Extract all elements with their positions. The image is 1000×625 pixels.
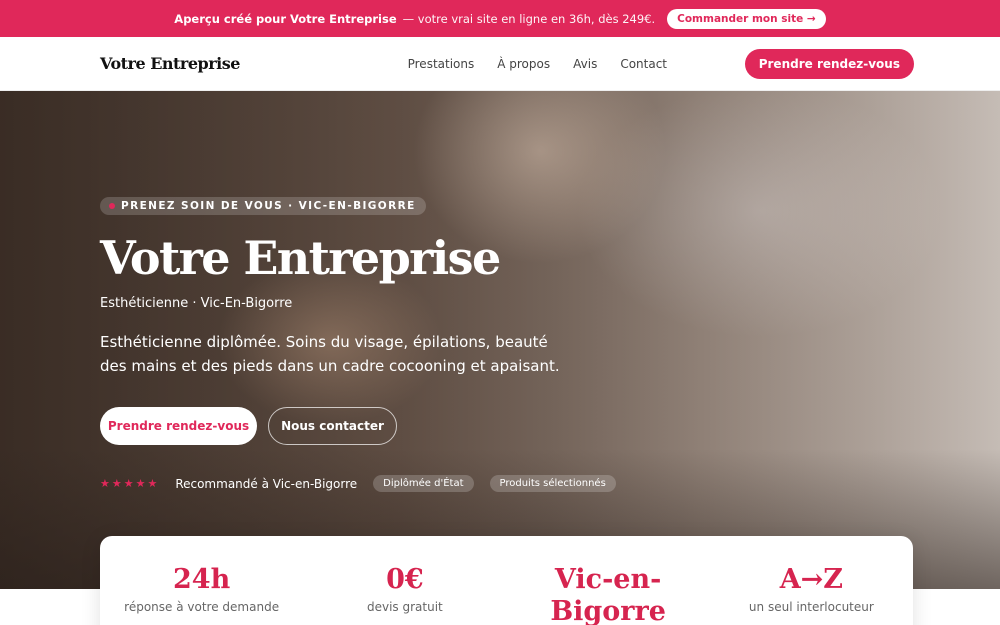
recommendation-text: Recommandé à Vic-en-Bigorre	[175, 476, 358, 491]
nav-links: Prestations À propos Avis Contact	[408, 57, 667, 71]
brand-logo[interactable]: Votre Entreprise	[100, 54, 240, 73]
hero-section: PRENEZ SOIN DE VOUS · VIC-EN-BIGORRE Vot…	[0, 91, 1000, 589]
trust-bar: ★★★★★ Recommandé à Vic-en-Bigorre Diplôm…	[100, 475, 616, 492]
stat-item: Vic-en-Bigorre	[507, 536, 710, 625]
stat-value: 24h	[173, 564, 231, 595]
nav-link-prestations[interactable]: Prestations	[408, 57, 475, 71]
stat-label: devis gratuit	[366, 600, 443, 614]
order-site-button[interactable]: Commander mon site →	[667, 8, 826, 29]
stat-value: 0€	[386, 564, 424, 595]
nav-link-about[interactable]: À propos	[497, 57, 550, 71]
hero-description: Esthéticienne diplômée. Soins du visage,…	[100, 333, 560, 375]
stat-item: A→Z un seul interlocuteur	[710, 536, 913, 625]
stat-value: Vic-en-Bigorre	[550, 564, 666, 625]
nav-link-reviews[interactable]: Avis	[573, 57, 597, 71]
hero-title: Votre Entreprise	[100, 231, 501, 285]
stat-value: A→Z	[779, 564, 844, 595]
promo-banner: Aperçu créé pour Votre Entreprise — votr…	[0, 0, 1000, 37]
hero-eyebrow: PRENEZ SOIN DE VOUS · VIC-EN-BIGORRE	[100, 197, 426, 215]
main-navigation: Votre Entreprise Prestations À propos Av…	[0, 37, 1000, 91]
nav-booking-button[interactable]: Prendre rendez-vous	[744, 48, 914, 79]
badge-products: Produits sélectionnés	[489, 475, 616, 492]
promo-highlight: Aperçu créé pour Votre Entreprise	[174, 11, 397, 26]
stat-item: 24h réponse à votre demande	[100, 536, 303, 625]
contact-button[interactable]: Nous contacter	[268, 407, 397, 445]
badge-diploma: Diplômée d'État	[373, 475, 474, 492]
dot-icon	[109, 203, 115, 209]
stat-item: 0€ devis gratuit	[303, 536, 506, 625]
promo-text: — votre vrai site en ligne en 36h, dès 2…	[402, 11, 656, 26]
nav-link-contact[interactable]: Contact	[620, 57, 667, 71]
rating-stars-icon: ★★★★★	[100, 477, 160, 490]
stat-label: réponse à votre demande	[124, 600, 280, 614]
book-appointment-button[interactable]: Prendre rendez-vous	[100, 407, 257, 445]
hero-subtitle: Esthéticienne · Vic-En-Bigorre	[100, 296, 293, 311]
hero-eyebrow-text: PRENEZ SOIN DE VOUS · VIC-EN-BIGORRE	[121, 200, 416, 212]
stat-label: un seul interlocuteur	[748, 600, 874, 614]
stats-card: 24h réponse à votre demande 0€ devis gra…	[100, 536, 913, 625]
